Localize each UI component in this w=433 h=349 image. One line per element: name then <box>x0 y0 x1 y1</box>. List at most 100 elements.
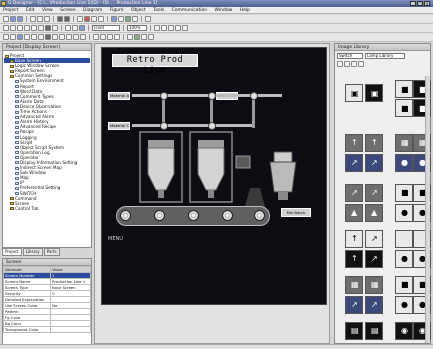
menu-help[interactable]: Help <box>237 7 253 14</box>
library-item[interactable]: ▤ <box>345 322 363 340</box>
library-item[interactable]: ■ <box>395 276 413 294</box>
library-category-select[interactable]: Switch <box>337 53 363 59</box>
layer-select[interactable]: Front <box>92 25 120 31</box>
library-item[interactable]: ● <box>395 296 413 314</box>
align-right-icon[interactable] <box>168 25 174 31</box>
library-item[interactable]: ↗ <box>345 184 363 202</box>
property-row[interactable]: Transparent Color <box>2 326 91 333</box>
library-item[interactable]: ■ <box>395 99 413 117</box>
polygon-icon[interactable] <box>31 25 37 31</box>
hmi-screen-canvas[interactable]: Retro Prod Line Material A Material B Ma… <box>101 47 327 305</box>
close-button[interactable]: × <box>424 1 430 6</box>
italic-icon[interactable] <box>72 25 78 31</box>
menu-edit[interactable]: Edit <box>23 7 38 14</box>
tab-library[interactable]: Library <box>22 248 43 256</box>
recipe-object-icon[interactable] <box>73 34 79 40</box>
alarm-object-icon[interactable] <box>38 34 44 40</box>
delete-icon[interactable] <box>84 16 90 22</box>
tab-parts[interactable]: Parts <box>43 248 60 256</box>
screen-title-label[interactable]: Retro Prod Line <box>112 54 198 76</box>
menu-button[interactable]: MENU <box>108 236 123 242</box>
menu-object[interactable]: Object <box>128 7 149 14</box>
property-value[interactable] <box>50 326 91 333</box>
library-item[interactable]: ● <box>395 250 413 268</box>
library-item[interactable]: ◉ <box>395 322 413 340</box>
ungroup-icon[interactable] <box>100 34 106 40</box>
circle-icon[interactable] <box>24 25 30 31</box>
meter-object-icon[interactable] <box>52 34 58 40</box>
library-list-view-icon[interactable] <box>337 61 343 67</box>
rotate-icon[interactable] <box>107 34 113 40</box>
mix-batch-mode-button[interactable]: Mix Batch mode <box>281 208 311 222</box>
find-icon[interactable] <box>77 16 83 22</box>
bring-front-icon[interactable] <box>175 25 181 31</box>
library-item[interactable]: ▦ <box>365 276 383 294</box>
menu-communication[interactable]: Communication <box>169 7 210 14</box>
library-item[interactable]: ● <box>395 204 413 222</box>
align-left-icon[interactable] <box>154 25 160 31</box>
menu-view[interactable]: View <box>39 7 56 14</box>
menu-window[interactable]: Window <box>212 7 236 14</box>
rectangle-icon[interactable] <box>17 25 23 31</box>
slider-object-icon[interactable] <box>59 34 65 40</box>
menu-figure[interactable]: Figure <box>107 7 127 14</box>
library-export-icon[interactable] <box>358 61 364 67</box>
pointer-icon[interactable] <box>3 25 9 31</box>
undo-icon[interactable] <box>57 16 63 22</box>
library-item[interactable]: ▲ <box>365 204 383 222</box>
zoom-select[interactable]: 100% <box>127 25 147 31</box>
group-icon[interactable] <box>93 34 99 40</box>
device-icon[interactable] <box>127 34 133 40</box>
grid-icon[interactable] <box>91 16 97 22</box>
library-grid-view-icon[interactable] <box>344 61 350 67</box>
bold-icon[interactable] <box>65 25 71 31</box>
send-back-icon[interactable] <box>182 25 188 31</box>
fill-icon[interactable] <box>45 25 51 31</box>
library-item[interactable]: ↗ <box>365 296 383 314</box>
transfer-icon[interactable] <box>132 16 138 22</box>
library-item[interactable]: ▤ <box>365 322 383 340</box>
list-icon[interactable] <box>148 34 154 40</box>
lamp-object-icon[interactable] <box>10 34 16 40</box>
library-item[interactable]: ▦ <box>345 276 363 294</box>
graph-object-icon[interactable] <box>31 34 37 40</box>
tab-project[interactable]: Project <box>2 248 22 256</box>
tree-item[interactable]: Control Tab <box>4 206 90 211</box>
simulate-icon[interactable] <box>134 34 140 40</box>
script-object-icon[interactable] <box>80 34 86 40</box>
menu-tools[interactable]: Tools <box>150 7 167 14</box>
library-item[interactable]: ▣ <box>345 84 363 102</box>
line-icon[interactable] <box>10 25 16 31</box>
menu-diagram[interactable]: Diagram <box>80 7 105 14</box>
library-item[interactable]: ↗ <box>365 250 383 268</box>
copy-icon[interactable] <box>37 16 43 22</box>
maximize-button[interactable]: □ <box>417 1 423 6</box>
library-import-icon[interactable] <box>351 61 357 67</box>
help-icon[interactable] <box>145 16 151 22</box>
text-icon[interactable] <box>38 25 44 31</box>
redo-icon[interactable] <box>64 16 70 22</box>
library-item[interactable]: ↑ <box>345 250 363 268</box>
library-item[interactable]: ● <box>395 154 413 172</box>
library-item[interactable]: ↗ <box>345 154 363 172</box>
numeric-object-icon[interactable] <box>17 34 23 40</box>
library-item[interactable]: ▦ <box>395 134 413 152</box>
save-icon[interactable] <box>17 16 23 22</box>
new-icon[interactable] <box>3 16 9 22</box>
image-icon[interactable] <box>52 25 58 31</box>
library-item[interactable]: ↗ <box>345 296 363 314</box>
library-item[interactable]: ↑ <box>345 134 363 152</box>
property-icon[interactable] <box>141 34 147 40</box>
paste-icon[interactable] <box>44 16 50 22</box>
library-item[interactable]: ↗ <box>365 230 383 248</box>
align-center-icon[interactable] <box>161 25 167 31</box>
switch-object-icon[interactable] <box>3 34 9 40</box>
color-icon[interactable] <box>79 25 85 31</box>
trend-object-icon[interactable] <box>45 34 51 40</box>
screen-icon[interactable] <box>111 16 117 22</box>
property-value[interactable]: Production Line 1 <box>50 278 91 285</box>
library-item[interactable]: ■ <box>395 80 413 98</box>
library-item[interactable]: ↗ <box>365 154 383 172</box>
minimize-button[interactable]: _ <box>410 1 416 6</box>
library-scrollbar[interactable] <box>425 76 430 343</box>
